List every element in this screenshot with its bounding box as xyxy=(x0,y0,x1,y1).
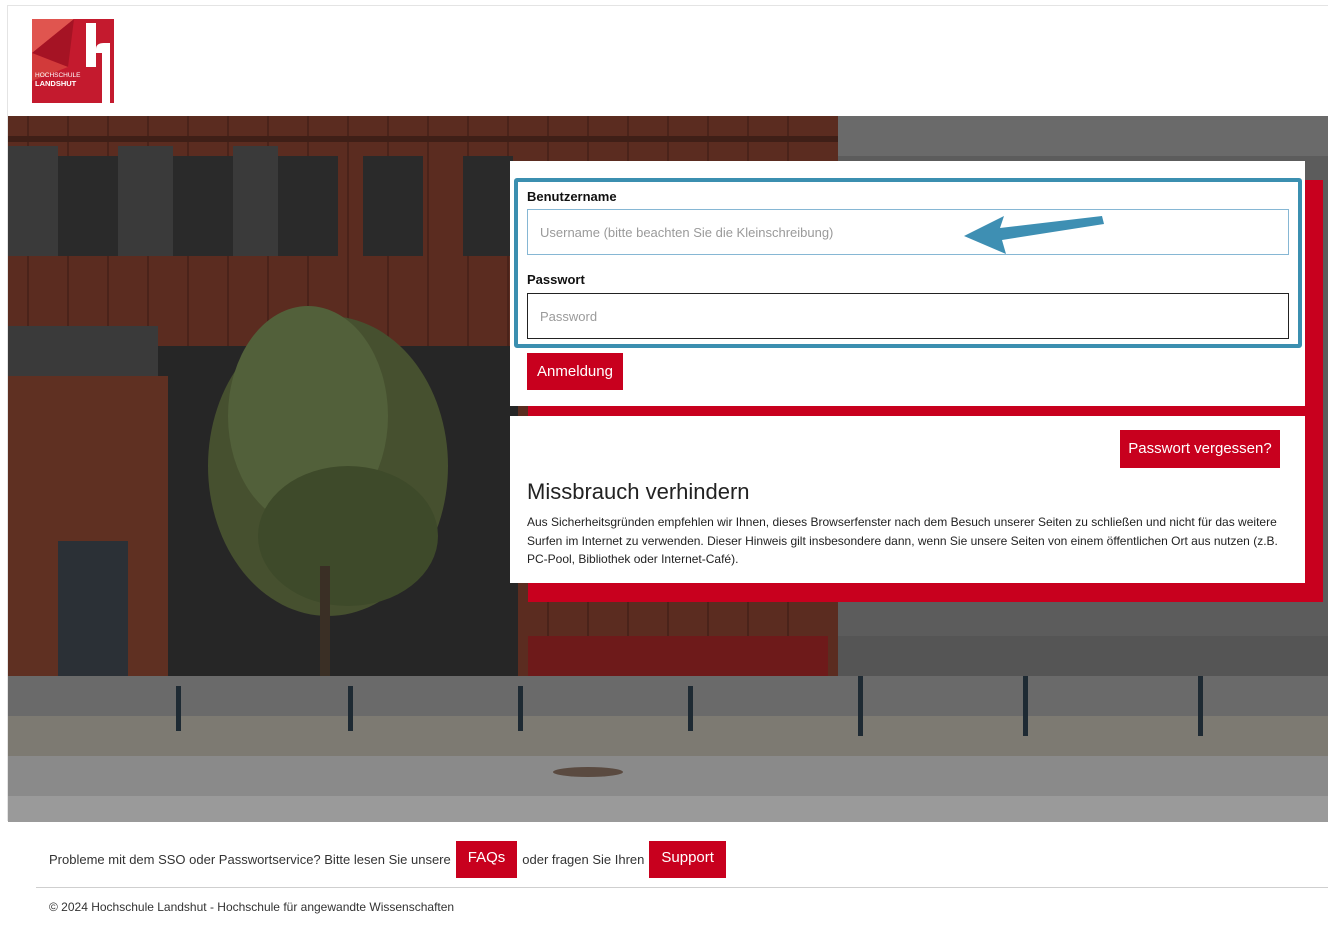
university-logo[interactable]: HOCHSCHULE LANDSHUT xyxy=(32,19,114,103)
footer-help-text: Probleme mit dem SSO oder Passwortservic… xyxy=(49,852,451,867)
password-label: Passwort xyxy=(527,272,585,287)
logo-text-line1: HOCHSCHULE xyxy=(35,72,81,79)
info-title: Missbrauch verhindern xyxy=(527,479,750,504)
copyright-text: © 2024 Hochschule Landshut - Hochschule … xyxy=(49,900,455,914)
arrow-pointer-icon xyxy=(964,216,1104,254)
forgot-password-button[interactable]: Passwort vergessen? xyxy=(1120,430,1280,468)
footer-divider xyxy=(36,887,1328,888)
username-label: Benutzername xyxy=(527,189,617,204)
site-header: HOCHSCHULE LANDSHUT xyxy=(8,6,1328,116)
username-input[interactable] xyxy=(527,209,1289,255)
support-link[interactable]: Support xyxy=(649,841,726,878)
faq-link[interactable]: FAQs xyxy=(455,841,518,878)
logo-text-line2: LANDSHUT xyxy=(35,79,77,88)
login-button[interactable]: Anmeldung xyxy=(527,353,623,390)
footer-help: Probleme mit dem SSO oder Passwortservic… xyxy=(49,841,731,878)
password-input[interactable] xyxy=(527,293,1289,339)
info-text: Aus Sicherheitsgründen empfehlen wir Ihn… xyxy=(527,515,1278,566)
footer-help-text-middle: oder fragen Sie Ihren xyxy=(522,852,645,867)
